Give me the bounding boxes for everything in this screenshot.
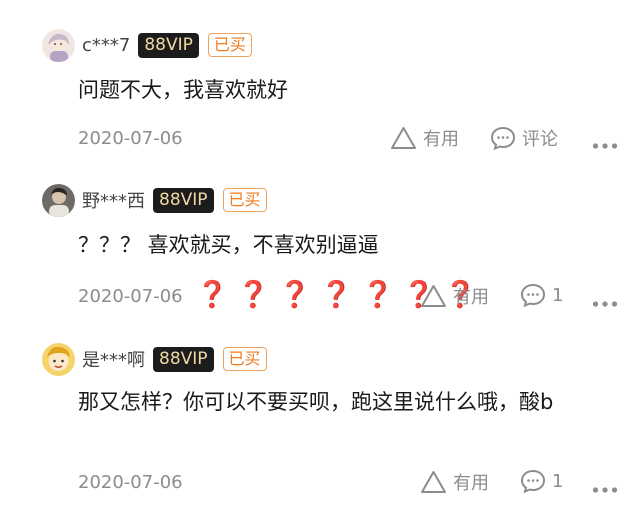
more-dots-icon	[592, 487, 618, 493]
avatar[interactable]	[42, 342, 75, 376]
reply-button[interactable]: 评论	[490, 125, 558, 151]
comment-footer: 2020-07-06 有用 1	[78, 469, 620, 499]
vip-badge: 88VIP	[153, 346, 214, 372]
more-dots-icon	[592, 143, 618, 149]
comment-bubble-icon	[490, 126, 516, 150]
triangle-up-icon	[391, 127, 416, 149]
comment-footer: 2020-07-06 有用 评论	[78, 125, 620, 155]
bought-badge: 已买	[222, 188, 267, 212]
more-button[interactable]	[592, 478, 618, 499]
useful-label: 有用	[453, 473, 489, 494]
more-button[interactable]	[592, 134, 618, 155]
reply-count: 1	[552, 470, 564, 492]
comment-text: ？？？ 喜欢就买，不喜欢别逼逼	[78, 233, 379, 257]
username[interactable]: c***7	[82, 35, 130, 56]
useful-button[interactable]: 有用	[420, 469, 489, 495]
comment-header: 是***啊 88VIP 已买	[42, 342, 267, 376]
comment-card: 是***啊 88VIP 已买 那又怎样？你可以不要买呗，跑这里说什么哦，酸b 2…	[18, 338, 630, 521]
reply-label: 评论	[522, 129, 558, 150]
comment-bubble-icon	[520, 283, 546, 307]
comment-header: c***7 88VIP 已买	[42, 28, 252, 62]
comment-date: 2020-07-06	[78, 128, 183, 149]
anime-girl-avatar-icon	[42, 28, 75, 62]
comment-card: 野***西 88VIP 已买 ？？？ 喜欢就买，不喜欢别逼逼 2020-07-0…	[18, 170, 630, 330]
more-button[interactable]	[592, 292, 618, 313]
username[interactable]: 是***啊	[82, 346, 145, 372]
comment-date: 2020-07-06	[78, 286, 183, 307]
avatar[interactable]	[42, 28, 75, 62]
triangle-up-icon	[421, 471, 446, 493]
reply-button[interactable]: 1	[520, 283, 563, 307]
triangle-up-icon	[421, 285, 446, 307]
comment-date: 2020-07-06	[78, 472, 183, 493]
avatar[interactable]	[42, 183, 75, 217]
reply-count: 1	[552, 284, 564, 306]
comment-footer: 2020-07-06 ❓❓❓❓❓❓❓ 有用 1	[78, 280, 620, 313]
person-photo-avatar-icon	[42, 183, 75, 217]
bought-badge: 已买	[207, 33, 252, 57]
bought-badge: 已买	[222, 347, 267, 371]
reply-button[interactable]: 1	[520, 469, 563, 493]
comment-bubble-icon	[520, 469, 546, 493]
useful-button[interactable]: 有用	[390, 125, 459, 151]
comment-header: 野***西 88VIP 已买	[42, 183, 267, 217]
comment-card: c***7 88VIP 已买 问题不大，我喜欢就好 2020-07-06 有用 …	[18, 0, 630, 162]
vip-badge: 88VIP	[138, 32, 199, 58]
useful-label: 有用	[453, 287, 489, 308]
comment-text: 问题不大，我喜欢就好	[78, 78, 288, 102]
vip-badge: 88VIP	[153, 187, 214, 213]
username[interactable]: 野***西	[82, 187, 145, 213]
useful-label: 有用	[423, 129, 459, 150]
comment-text: 那又怎样？你可以不要买呗，跑这里说什么哦，酸b	[78, 390, 554, 414]
useful-button[interactable]: 有用	[420, 283, 489, 309]
cartoon-avatar-icon	[42, 342, 75, 376]
more-dots-icon	[592, 301, 618, 307]
